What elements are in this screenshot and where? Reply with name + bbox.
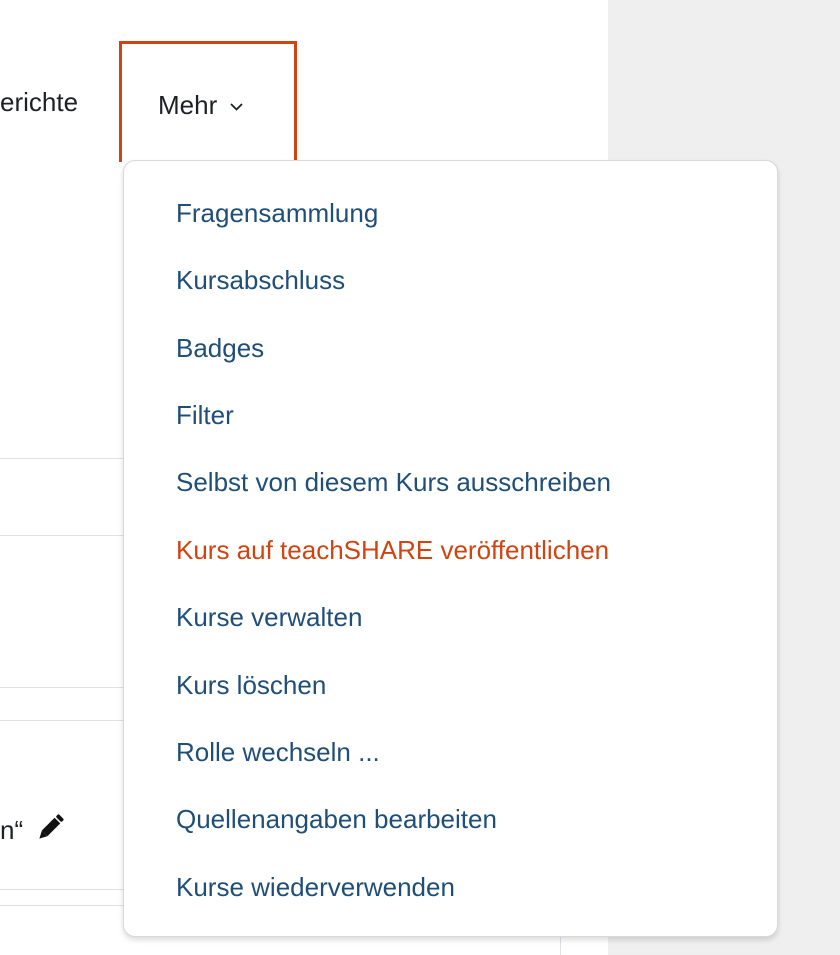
tab-more-label: Mehr bbox=[158, 90, 218, 120]
content-divider bbox=[0, 458, 123, 459]
menu-item-filters[interactable]: Filter bbox=[176, 395, 234, 435]
menu-item-badges[interactable]: Badges bbox=[176, 328, 264, 368]
section-title-fragment: n“ bbox=[0, 815, 24, 845]
pencil-icon[interactable] bbox=[32, 810, 68, 846]
menu-item-delete-course[interactable]: Kurs löschen bbox=[176, 665, 326, 705]
chevron-down-icon bbox=[230, 103, 244, 111]
content-divider bbox=[0, 535, 123, 536]
menu-item-reuse-courses[interactable]: Kurse wiederverwenden bbox=[176, 867, 455, 907]
tab-reports[interactable]: erichte bbox=[0, 78, 78, 126]
menu-item-unenrol-self[interactable]: Selbst von diesem Kurs ausschreiben bbox=[176, 462, 611, 502]
menu-item-course-completion[interactable]: Kursabschluss bbox=[176, 260, 345, 300]
menu-item-switch-role[interactable]: Rolle wechseln ... bbox=[176, 732, 380, 772]
menu-item-edit-references[interactable]: Quellenangaben bearbeiten bbox=[176, 799, 497, 839]
content-divider bbox=[0, 889, 123, 890]
tab-more[interactable]: Mehr bbox=[119, 41, 297, 162]
menu-item-manage-courses[interactable]: Kurse verwalten bbox=[176, 597, 362, 637]
more-dropdown-menu: Fragensammlung Kursabschluss Badges Filt… bbox=[123, 160, 778, 937]
content-divider bbox=[0, 687, 123, 688]
menu-item-question-bank[interactable]: Fragensammlung bbox=[176, 193, 378, 233]
menu-item-publish-teachshare[interactable]: Kurs auf teachSHARE veröffentlichen bbox=[176, 530, 609, 570]
content-divider bbox=[0, 720, 123, 721]
tab-more-label-wrap: Mehr bbox=[158, 81, 244, 129]
